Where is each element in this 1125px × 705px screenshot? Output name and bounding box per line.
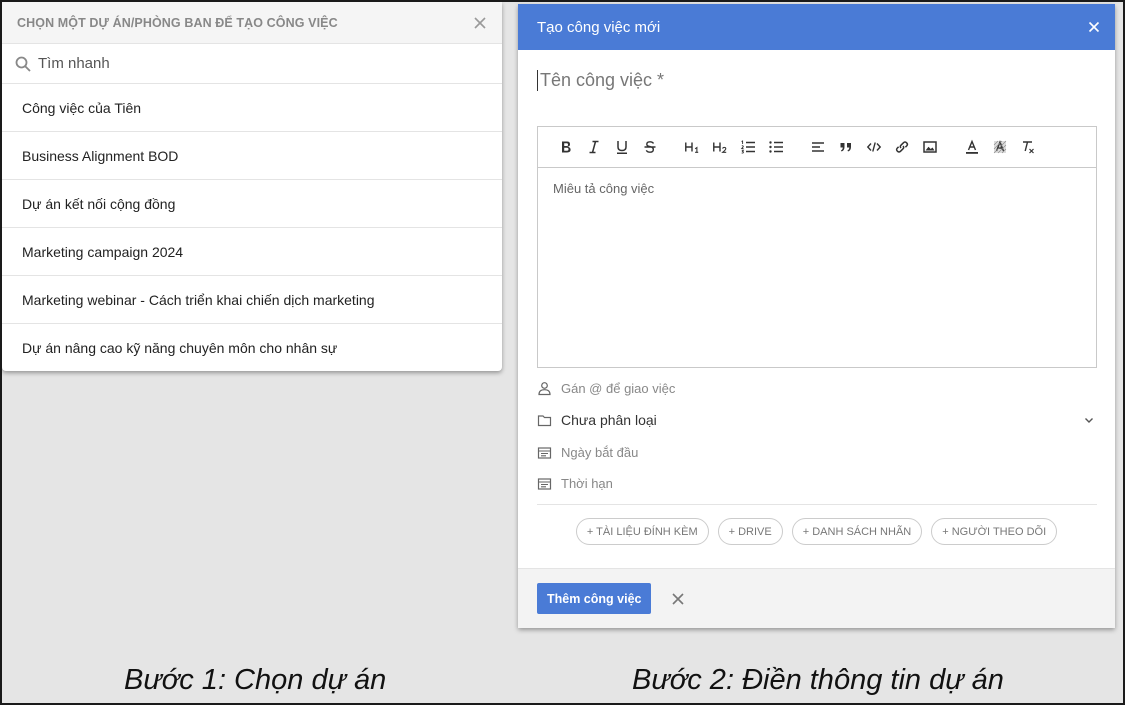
clear-format-icon[interactable] [1014,133,1042,161]
align-left-icon[interactable] [804,133,832,161]
step-2-caption: Bước 2: Điền thông tin dự án [632,664,1004,696]
project-list-item[interactable]: Dự án kết nối cộng đồng [2,180,502,228]
calendar-icon [537,447,552,459]
close-icon[interactable] [473,16,487,30]
assign-row[interactable]: Gán @ để giao việc [537,381,1097,396]
search-input[interactable] [38,55,458,72]
category-select[interactable]: Chưa phân loại [537,412,1097,428]
bullet-list-icon[interactable] [762,133,790,161]
category-value: Chưa phân loại [561,412,657,428]
bold-icon[interactable] [552,133,580,161]
code-icon[interactable] [860,133,888,161]
new-task-dialog: Tạo công việc mới Tên công việc * Miêu t… [518,4,1115,628]
folder-icon [537,414,552,426]
strikethrough-icon[interactable] [636,133,664,161]
add-task-button[interactable]: Thêm công việc [537,583,652,614]
link-icon[interactable] [888,133,916,161]
heading-1-icon[interactable] [678,133,706,161]
step-1-caption: Bước 1: Chọn dự án [124,664,387,696]
divider [537,504,1097,505]
dialog-title: Tạo công việc mới [537,18,661,36]
project-list-item[interactable]: Công việc của Tiên [2,84,502,132]
project-list-item[interactable]: Marketing webinar - Cách triển khai chiế… [2,276,502,324]
blockquote-icon[interactable] [832,133,860,161]
search-icon [15,56,31,72]
task-name-input[interactable] [537,70,1077,91]
underline-icon[interactable] [608,133,636,161]
text-color-icon[interactable] [958,133,986,161]
heading-2-icon[interactable] [706,133,734,161]
attachment-chips: + TÀI LIỆU ĐÍNH KÈM + DRIVE + DANH SÁCH … [518,518,1115,545]
dialog-header: Tạo công việc mới [518,4,1115,50]
project-picker-header: CHỌN MỘT DỰ ÁN/PHÒNG BAN ĐỂ TẠO CÔNG VIỆ… [2,2,502,44]
dialog-footer: Thêm công việc [518,568,1115,628]
drive-chip[interactable]: + DRIVE [717,518,783,545]
deadline-row[interactable]: Thời hạn [537,476,1097,491]
close-icon[interactable] [671,592,685,606]
close-icon[interactable] [1087,20,1101,34]
italic-icon[interactable] [580,133,608,161]
tag-list-chip[interactable]: + DANH SÁCH NHÃN [791,518,923,545]
start-date-label: Ngày bắt đầu [561,445,639,460]
deadline-label: Thời hạn [561,476,613,491]
calendar-icon [537,478,552,490]
person-icon [538,382,551,396]
project-list-item[interactable]: Marketing campaign 2024 [2,228,502,276]
project-list-item[interactable]: Dự án nâng cao kỹ năng chuyên môn cho nh… [2,324,502,372]
project-picker-title: CHỌN MỘT DỰ ÁN/PHÒNG BAN ĐỂ TẠO CÔNG VIỆ… [17,15,338,30]
assign-label: Gán @ để giao việc [561,381,676,396]
start-date-row[interactable]: Ngày bắt đầu [537,445,1097,460]
image-icon[interactable] [916,133,944,161]
search-bar [2,44,502,84]
description-editor: Miêu tả công việc [537,126,1097,368]
follower-chip[interactable]: + NGƯỜI THEO DÕI [931,518,1058,545]
description-area[interactable]: Miêu tả công việc [538,168,1096,367]
project-picker-panel: CHỌN MỘT DỰ ÁN/PHÒNG BAN ĐỂ TẠO CÔNG VIỆ… [2,2,502,371]
project-list-item[interactable]: Business Alignment BOD [2,132,502,180]
chevron-down-icon [1085,418,1093,423]
attachment-chip[interactable]: + TÀI LIỆU ĐÍNH KÈM [575,518,709,545]
highlight-icon[interactable] [986,133,1014,161]
editor-toolbar [538,127,1096,168]
ordered-list-icon[interactable] [734,133,762,161]
